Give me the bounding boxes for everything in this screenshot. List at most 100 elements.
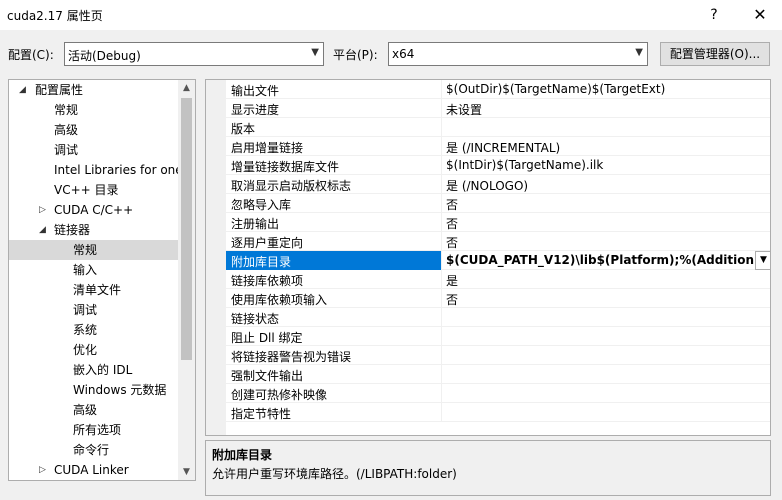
column-divider	[441, 289, 442, 308]
chevron-down-icon: ▼	[635, 47, 643, 58]
property-row[interactable]: 附加库目录 $(CUDA_PATH_V12)\lib$(Platform);%(A…	[226, 251, 770, 270]
help-button[interactable]: ?	[697, 2, 731, 28]
property-value[interactable]: 是 (/INCREMENTAL)	[446, 139, 770, 156]
property-name: 输出文件	[231, 84, 280, 98]
property-value[interactable]: 否	[446, 196, 770, 213]
property-row[interactable]: 显示进度 未设置	[226, 99, 770, 118]
property-value[interactable]: 是 (/NOLOGO)	[446, 177, 770, 194]
property-value[interactable]: 否	[446, 291, 770, 308]
property-value[interactable]: 未设置	[446, 101, 770, 118]
tree-item[interactable]: 常规	[9, 240, 179, 260]
property-value[interactable]: 否	[446, 215, 770, 232]
config-select[interactable]: 活动(Debug) ▼	[64, 42, 324, 66]
tree-item-label: 调试	[73, 303, 98, 317]
tree-item-label: 常规	[73, 243, 98, 257]
dropdown-arrow-icon[interactable]: ▼	[755, 251, 770, 270]
column-divider	[441, 175, 442, 194]
property-name: 逐用户重定向	[231, 236, 304, 250]
property-row[interactable]: 将链接器警告视为错误	[226, 346, 770, 365]
description-panel: 附加库目录 允许用户重写环境库路径。(/LIBPATH:folder)	[205, 440, 771, 496]
tree-item[interactable]: ◢ 配置属性	[9, 80, 179, 100]
column-divider	[441, 270, 442, 289]
tree-item[interactable]: 命令行	[9, 440, 179, 460]
property-row[interactable]: 输出文件 $(OutDir)$(TargetName)$(TargetExt)	[226, 80, 770, 99]
property-value[interactable]: $(OutDir)$(TargetName)$(TargetExt)	[446, 82, 770, 96]
column-divider	[441, 80, 442, 99]
tree-item[interactable]: ▷ CUDA Linker	[9, 460, 179, 480]
tree-item[interactable]: 调试	[9, 140, 179, 160]
property-row[interactable]: 逐用户重定向 否	[226, 232, 770, 251]
property-row[interactable]: 启用增量链接 是 (/INCREMENTAL)	[226, 137, 770, 156]
property-row[interactable]: 创建可热修补映像	[226, 384, 770, 403]
tree-item-label: Windows 元数据	[73, 383, 167, 397]
tree-item[interactable]: 常规	[9, 100, 179, 120]
column-divider	[441, 118, 442, 137]
scroll-up-icon[interactable]: ▲	[178, 80, 195, 96]
platform-select[interactable]: x64 ▼	[388, 42, 648, 66]
property-row[interactable]: 阻止 Dll 绑定	[226, 327, 770, 346]
property-value[interactable]: $(IntDir)$(TargetName).ilk	[446, 158, 770, 172]
tree-item-label: VC++ 目录	[54, 183, 119, 197]
window-title: cuda2.17 属性页	[7, 9, 103, 23]
tree-item-label: 所有选项	[73, 423, 122, 437]
property-value[interactable]: 是	[446, 272, 770, 289]
property-value[interactable]: $(CUDA_PATH_V12)\lib$(Platform);%(Additi…	[446, 253, 754, 267]
tree-item-label: 调试	[54, 143, 79, 157]
chevron-down-icon: ▼	[311, 47, 319, 58]
close-button[interactable]: ✕	[740, 2, 780, 28]
tree-item-label: 嵌入的 IDL	[73, 363, 133, 377]
tree-item[interactable]: 优化	[9, 340, 179, 360]
tree-item[interactable]: 高级	[9, 120, 179, 140]
tree-item-label: CUDA Linker	[54, 463, 129, 477]
property-row[interactable]: 强制文件输出	[226, 365, 770, 384]
scroll-down-icon[interactable]: ▼	[178, 464, 195, 480]
property-name: 显示进度	[231, 103, 280, 117]
tree-item[interactable]: Windows 元数据	[9, 380, 179, 400]
tree-item[interactable]: 清单文件	[9, 280, 179, 300]
property-value[interactable]: 否	[446, 234, 770, 251]
property-grid[interactable]: 输出文件 $(OutDir)$(TargetName)$(TargetExt) 显示…	[205, 79, 771, 436]
property-name: 使用库依赖项输入	[231, 293, 328, 307]
collapse-arrow-icon[interactable]: ◢	[39, 220, 46, 240]
grid-gutter	[206, 80, 226, 435]
tree-item[interactable]: Intel Libraries for oneAPI	[9, 160, 179, 180]
property-name: 附加库目录	[231, 255, 292, 269]
property-row[interactable]: 注册输出 否	[226, 213, 770, 232]
property-name: 注册输出	[231, 217, 280, 231]
collapse-arrow-icon[interactable]: ◢	[19, 80, 26, 100]
tree-item-label: 优化	[73, 343, 98, 357]
property-row[interactable]: 忽略导入库 否	[226, 194, 770, 213]
description-title: 附加库目录	[212, 448, 273, 462]
property-row[interactable]: 使用库依赖项输入 否	[226, 289, 770, 308]
tree-item[interactable]: 调试	[9, 300, 179, 320]
property-row[interactable]: 取消显示启动版权标志 是 (/NOLOGO)	[226, 175, 770, 194]
tree-scrollbar[interactable]: ▲ ▼	[178, 80, 195, 480]
tree-item[interactable]: 嵌入的 IDL	[9, 360, 179, 380]
config-manager-button[interactable]: 配置管理器(O)...	[660, 42, 770, 66]
tree-item[interactable]: VC++ 目录	[9, 180, 179, 200]
tree-item[interactable]: ▷ CUDA C/C++	[9, 200, 179, 220]
column-divider	[441, 327, 442, 346]
column-divider	[441, 308, 442, 327]
tree-item-label: 清单文件	[73, 283, 122, 297]
scrollbar-thumb[interactable]	[181, 98, 192, 360]
property-row[interactable]: 指定节特性	[226, 403, 770, 422]
property-name: 指定节特性	[231, 407, 292, 421]
property-tree[interactable]: ◢配置属性常规高级调试Intel Libraries for oneAPIVC+…	[8, 79, 196, 481]
property-row[interactable]: 链接状态	[226, 308, 770, 327]
property-row[interactable]: 版本	[226, 118, 770, 137]
property-name: 启用增量链接	[231, 141, 304, 155]
tree-item[interactable]: 高级	[9, 400, 179, 420]
property-row[interactable]: 增量链接数据库文件 $(IntDir)$(TargetName).ilk	[226, 156, 770, 175]
tree-item[interactable]: 输入	[9, 260, 179, 280]
property-name: 链接库依赖项	[231, 274, 304, 288]
tree-item[interactable]: 所有选项	[9, 420, 179, 440]
expand-arrow-icon[interactable]: ▷	[39, 460, 46, 480]
tree-item[interactable]: 系统	[9, 320, 179, 340]
tree-item[interactable]: ◢ 链接器	[9, 220, 179, 240]
property-row[interactable]: 链接库依赖项 是	[226, 270, 770, 289]
tree-item-label: 系统	[73, 323, 98, 337]
column-divider	[441, 365, 442, 384]
expand-arrow-icon[interactable]: ▷	[39, 200, 46, 220]
column-divider	[441, 194, 442, 213]
